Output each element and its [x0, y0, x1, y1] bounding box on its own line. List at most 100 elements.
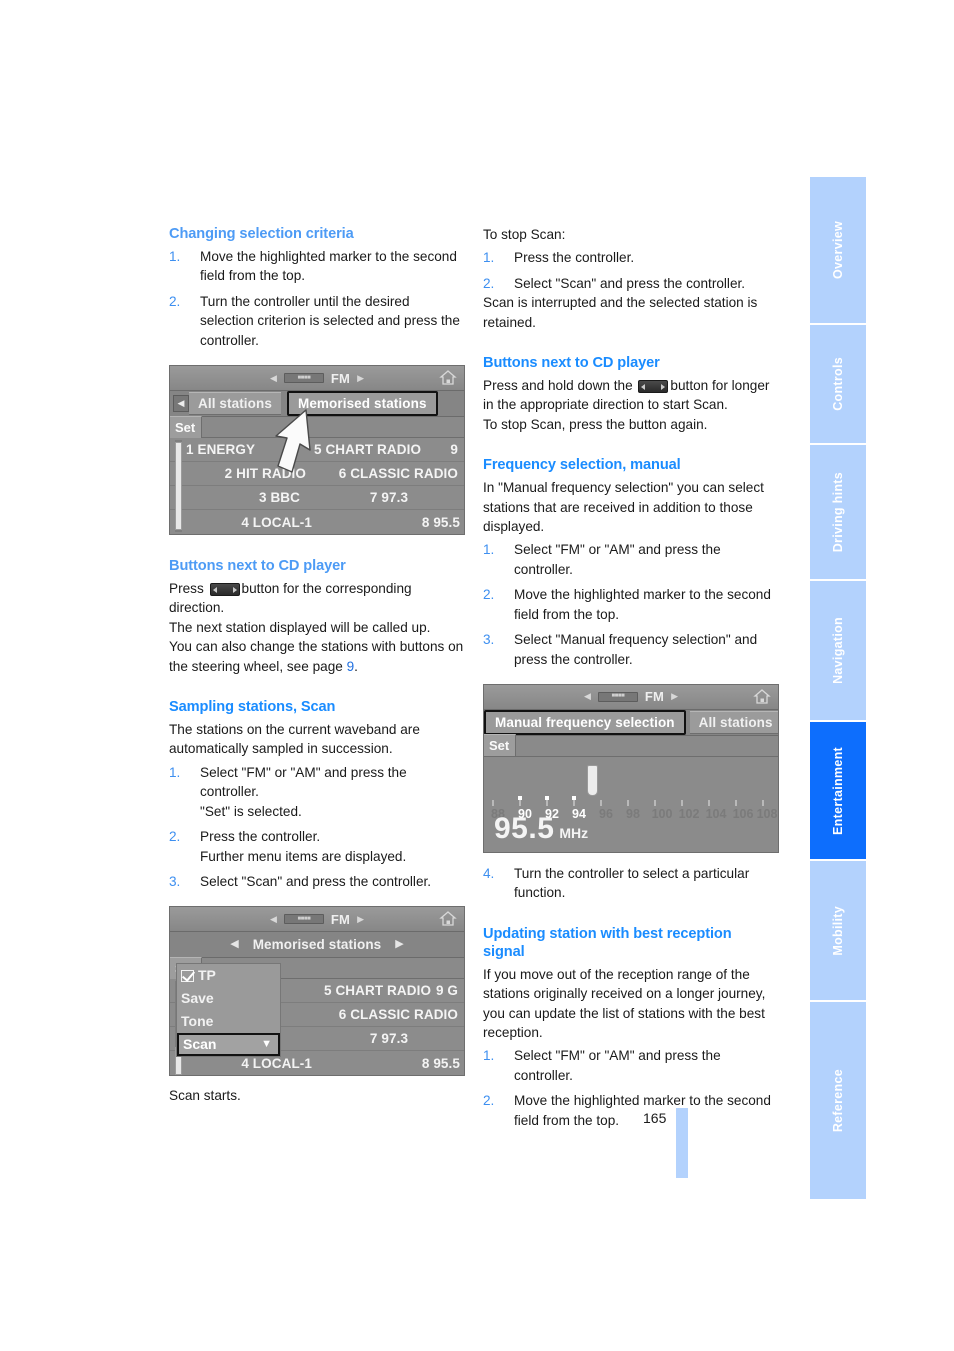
- list-item: 3. Select "Scan" and press the controlle…: [169, 872, 465, 891]
- menu-item-tone[interactable]: Tone: [177, 1010, 280, 1033]
- tab-prev-icon[interactable]: ◀: [173, 395, 189, 413]
- next-band-arrow-icon[interactable]: ▶: [357, 369, 364, 388]
- step-subtext: "Set" is selected.: [200, 803, 302, 819]
- source-icon[interactable]: ■■■■: [283, 373, 324, 384]
- tab-memorised-stations[interactable]: Memorised stations: [244, 934, 391, 955]
- current-frequency: 95.5 MHz: [494, 813, 589, 843]
- step-text: Select "FM" or "AM" and press the contro…: [514, 1048, 721, 1083]
- preset-right: 5 CHART RADIO: [314, 442, 422, 458]
- step-subtext: Further menu items are displayed.: [200, 848, 407, 864]
- step-number: 2.: [483, 275, 495, 291]
- display-tab-row: ◀ Memorised stations ▶: [170, 932, 464, 959]
- sidebar-item-mobility[interactable]: Mobility: [810, 861, 866, 1002]
- steering-text: You can also change the stations with bu…: [169, 639, 464, 674]
- tab-memorised-stations[interactable]: Memorised stations: [286, 391, 438, 417]
- home-icon[interactable]: [439, 369, 457, 386]
- menu-item-tp[interactable]: TP: [177, 964, 280, 987]
- press-hold-text: Press and hold down the: [483, 378, 633, 394]
- list-item: 1. Move the highlighted marker to the se…: [169, 247, 465, 286]
- heading-frequency-selection-manual: Frequency selection, manual: [483, 457, 681, 474]
- radio-display-manual-frequency: ◀ ■■■■ FM ▶ Manual frequency selection A…: [483, 683, 779, 853]
- sidebar-item-controls[interactable]: Controls: [810, 325, 866, 445]
- paragraph-manual-freq-intro: In "Manual frequency selection" you can …: [483, 480, 764, 535]
- list-item: 2. Turn the controller until the desired…: [169, 292, 465, 350]
- paragraph-stop-scan-button: To stop Scan, press the button again.: [483, 416, 708, 432]
- sidebar-item-label: Driving hints: [831, 471, 845, 553]
- sidebar-item-label: Controls: [831, 357, 845, 411]
- station-marker-dot: [545, 795, 549, 800]
- paragraph-updating-intro: If you move out of the reception range o…: [483, 966, 766, 1040]
- step-text: Turn the controller to select a particul…: [514, 865, 750, 901]
- preset-right: 5 CHART RADIO: [324, 983, 432, 999]
- chevron-down-icon[interactable]: ▼: [261, 1035, 272, 1054]
- tab-manual-frequency-selection[interactable]: Manual frequency selection: [484, 709, 686, 735]
- step-number: 2.: [483, 587, 495, 603]
- paragraph-next-station: The next station displayed will be calle…: [169, 619, 431, 635]
- prev-band-arrow-icon[interactable]: ◀: [270, 910, 277, 929]
- steps-sampling-stations: 1. Select "FM" or "AM" and press the con…: [169, 763, 465, 891]
- steps-stop-scan: 1. Press the controller. 2. Select "Scan…: [483, 248, 779, 293]
- page-number: 165: [643, 1110, 667, 1126]
- scale-tick-label: 96: [599, 806, 613, 821]
- table-row[interactable]: 3 BBC 7 97.3: [170, 486, 464, 511]
- menu-item-save[interactable]: Save: [177, 987, 280, 1010]
- sidebar-item-driving-hints[interactable]: Driving hints: [810, 445, 866, 581]
- list-item: 2. Press the controller. Further menu it…: [169, 827, 465, 866]
- paragraph-buttons-press: Press button for the corresponding direc…: [169, 579, 465, 618]
- station-marker-dot: [518, 795, 522, 800]
- prev-band-arrow-icon[interactable]: ◀: [584, 687, 591, 706]
- set-chip[interactable]: Set: [170, 415, 203, 439]
- home-icon[interactable]: [753, 688, 771, 705]
- tab-next-icon[interactable]: ▶: [390, 935, 408, 954]
- scrollbar-thumb[interactable]: [175, 442, 182, 531]
- scale-tick-label: 100: [651, 806, 673, 821]
- menu-item-label: TP: [198, 967, 216, 984]
- sidebar-item-label: Reference: [831, 1068, 845, 1133]
- menu-item-scan[interactable]: Scan ▼: [177, 1033, 280, 1057]
- sidebar-item-entertainment[interactable]: Entertainment: [810, 722, 866, 861]
- caption-scan-starts: Scan starts.: [169, 1088, 241, 1104]
- sidebar-item-navigation[interactable]: Navigation: [810, 581, 866, 722]
- tab-all-stations[interactable]: All stations: [689, 710, 778, 734]
- step-number: 1.: [169, 249, 181, 264]
- list-item: 2. Move the highlighted marker to the se…: [483, 1091, 779, 1130]
- preset-extra: 9 G: [435, 983, 458, 999]
- display-tab-row: ◀ All stations Memorised stations: [170, 391, 464, 418]
- frequency-unit: MHz: [559, 824, 589, 841]
- sidebar-item-label: Entertainment: [831, 746, 845, 835]
- tab-prev-icon[interactable]: ◀: [225, 935, 243, 954]
- table-row[interactable]: 4 LOCAL-1 8 95.5: [170, 510, 464, 534]
- scale-tick-label: 102: [678, 806, 700, 821]
- next-band-arrow-icon[interactable]: ▶: [671, 687, 678, 706]
- right-column: To stop Scan: 1. Press the controller. 2…: [483, 225, 779, 1130]
- table-row[interactable]: 2 HIT RADIO 6 CLASSIC RADIO: [170, 462, 464, 487]
- frequency-scale[interactable]: 88 90 92 94 96 98 100 102 104 106 108 95…: [484, 756, 778, 852]
- step-text: Turn the controller until the desired se…: [200, 293, 460, 348]
- heading-changing-selection-criteria: Changing selection criteria: [169, 226, 354, 242]
- tab-all-stations[interactable]: All stations: [189, 392, 281, 416]
- paragraph-sampling-intro: The stations on the current waveband are…: [169, 722, 420, 757]
- steps-manual-frequency: 1. Select "FM" or "AM" and press the con…: [483, 540, 779, 668]
- steps-changing-selection-criteria: 1. Move the highlighted marker to the se…: [169, 247, 465, 350]
- display-top-bar: ◀ ■■■■ FM ▶: [170, 366, 464, 392]
- table-row[interactable]: 1 ENERGY 5 CHART RADIO 9: [170, 438, 464, 463]
- sidebar-item-reference[interactable]: Reference: [810, 1002, 866, 1199]
- source-icon[interactable]: ■■■■: [283, 914, 324, 925]
- step-number: 1.: [483, 250, 495, 266]
- set-chip[interactable]: Set: [484, 734, 517, 758]
- list-item: 2. Move the highlighted marker to the se…: [483, 585, 779, 624]
- sidebar-item-overview[interactable]: Overview: [810, 177, 866, 325]
- menu-item-label: Tone: [181, 1013, 214, 1030]
- band-label: FM: [330, 370, 351, 386]
- step-number: 2.: [169, 293, 181, 309]
- prev-band-arrow-icon[interactable]: ◀: [270, 369, 277, 388]
- section-sidebar: Overview Controls Driving hints Navigati…: [810, 177, 866, 1199]
- source-icon[interactable]: ■■■■: [597, 691, 638, 702]
- menu-item-label: Save: [181, 990, 214, 1007]
- display-top-bar: ◀ ■■■■ FM ▶: [484, 684, 778, 710]
- next-band-arrow-icon[interactable]: ▶: [357, 910, 364, 929]
- tuning-pointer[interactable]: [587, 764, 598, 796]
- list-item: 1. Select "FM" or "AM" and press the con…: [169, 763, 465, 821]
- home-icon[interactable]: [439, 910, 457, 927]
- page-edge-bar: [676, 1108, 688, 1178]
